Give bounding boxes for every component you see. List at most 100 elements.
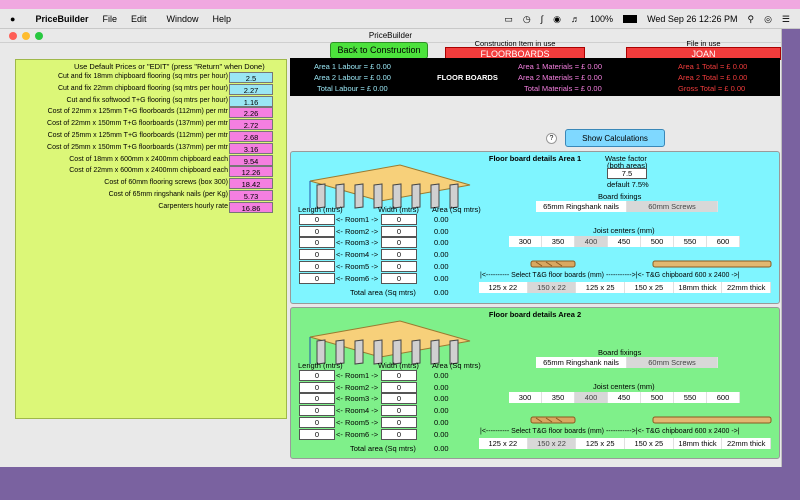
area1-fixings-selector[interactable]: 65mm Ringshank nails 60mm Screws [536, 201, 718, 212]
price-value[interactable]: 1.16 [229, 95, 273, 107]
search-icon[interactable]: ⚲ [747, 14, 754, 25]
price-value[interactable]: 5.73 [229, 190, 273, 201]
board-option[interactable]: 18mm thick [673, 438, 723, 449]
board-option[interactable]: 150 x 22 [527, 282, 577, 293]
area1-room3-width[interactable]: 0 [381, 237, 417, 249]
battery-percent[interactable]: 100% [590, 14, 613, 24]
area2-materials: Area 2 Materials = £ 0.00 [518, 73, 603, 82]
area1-room5-length[interactable]: 0 [299, 260, 335, 272]
price-value[interactable]: 9.54 [229, 154, 273, 166]
close-icon[interactable] [9, 32, 17, 40]
price-value[interactable]: 3.16 [229, 142, 273, 154]
area2-fixings-selector[interactable]: 65mm Ringshank nails 60mm Screws [536, 357, 718, 368]
minimize-icon[interactable] [22, 32, 30, 40]
area2-room3-length[interactable]: 0 [299, 393, 335, 405]
area1-room6-width[interactable]: 0 [381, 272, 417, 284]
prices-panel: Use Default Prices or "EDIT" (press "Ret… [15, 59, 287, 419]
price-value[interactable]: 2.27 [229, 83, 273, 95]
fixing-nails[interactable]: 65mm Ringshank nails [536, 201, 627, 212]
joist-option[interactable]: 500 [641, 392, 674, 403]
joist-option[interactable]: 550 [674, 392, 707, 403]
volume-icon[interactable]: ♬ [571, 14, 580, 24]
area1-room1-width[interactable]: 0 [381, 214, 417, 225]
area1-room2-width[interactable]: 0 [381, 225, 417, 237]
joist-option[interactable]: 500 [641, 236, 674, 247]
bluetooth-icon[interactable]: ∫ [541, 14, 543, 24]
joist-option[interactable]: 400 [575, 392, 608, 403]
price-value[interactable]: 2.68 [229, 131, 273, 142]
menu-window[interactable]: Window [167, 14, 199, 24]
board-option[interactable]: 22mm thick [722, 282, 772, 293]
area2-room3-width[interactable]: 0 [381, 393, 417, 405]
price-value[interactable]: 12.26 [229, 166, 273, 178]
area2-room5-length[interactable]: 0 [299, 416, 335, 428]
show-calculations-button[interactable]: Show Calculations [565, 129, 665, 147]
joist-option[interactable]: 600 [707, 236, 740, 247]
area2-room4-width[interactable]: 0 [381, 405, 417, 417]
price-value[interactable]: 16.86 [229, 201, 273, 213]
apple-icon[interactable]: ● [10, 14, 15, 24]
zoom-icon[interactable] [35, 32, 43, 40]
board-option[interactable]: 150 x 22 [527, 438, 577, 449]
area2-room2-length[interactable]: 0 [299, 381, 335, 393]
area2-room4-length[interactable]: 0 [299, 405, 335, 417]
price-value[interactable]: 2.26 [229, 107, 273, 119]
area2-room1-length[interactable]: 0 [299, 370, 335, 381]
joist-option[interactable]: 600 [707, 392, 740, 403]
desktop-top-band [0, 0, 800, 9]
area1-joist-selector: 300 350 400 450 500 550 600 [509, 236, 740, 247]
area2-room5-width[interactable]: 0 [381, 416, 417, 428]
time-machine-icon[interactable]: ◷ [523, 14, 531, 25]
area1-total-value: 0.00 [434, 288, 449, 297]
menu-app-name[interactable]: PriceBuilder [35, 14, 88, 24]
waste-factor-input[interactable]: 7.5 [607, 168, 647, 179]
prices-header: Use Default Prices or "EDIT" (press "Ret… [16, 60, 288, 71]
price-row: Cost of 25mm x 150mm T+G floorboards (13… [16, 142, 288, 155]
price-value[interactable]: 2.5 [229, 72, 273, 83]
fixing-nails[interactable]: 65mm Ringshank nails [536, 357, 627, 368]
price-value[interactable]: 2.72 [229, 119, 273, 131]
fixing-screws[interactable]: 60mm Screws [627, 357, 718, 368]
joist-option[interactable]: 350 [542, 236, 575, 247]
area1-room6-length[interactable]: 0 [299, 272, 335, 284]
notification-icon[interactable]: ☰ [782, 14, 790, 25]
joist-option[interactable]: 300 [509, 236, 542, 247]
joist-option[interactable]: 450 [608, 392, 641, 403]
area1-room1-length[interactable]: 0 [299, 214, 335, 225]
board-option[interactable]: 125 x 22 [479, 438, 528, 449]
area1-room5-width[interactable]: 0 [381, 260, 417, 272]
area2-room2-width[interactable]: 0 [381, 381, 417, 393]
board-option[interactable]: 125 x 25 [576, 282, 626, 293]
area1-room4-width[interactable]: 0 [381, 249, 417, 261]
area2-room6-width[interactable]: 0 [381, 428, 417, 440]
airplay-icon[interactable]: ▭ [504, 14, 513, 25]
clock[interactable]: Wed Sep 26 12:26 PM [647, 14, 737, 24]
joist-option[interactable]: 450 [608, 236, 641, 247]
joist-option[interactable]: 350 [542, 392, 575, 403]
menu-edit[interactable]: Edit [131, 14, 147, 24]
menu-file[interactable]: File [102, 14, 117, 24]
area2-room6-length[interactable]: 0 [299, 428, 335, 440]
area2-room1-width[interactable]: 0 [381, 370, 417, 381]
price-value[interactable]: 18.42 [229, 178, 273, 190]
wifi-icon[interactable]: ◉ [553, 14, 561, 25]
board-option[interactable]: 125 x 25 [576, 438, 626, 449]
board-option[interactable]: 150 x 25 [625, 282, 674, 293]
area1-room2-length[interactable]: 0 [299, 225, 335, 237]
board-option[interactable]: 150 x 25 [625, 438, 674, 449]
board-option[interactable]: 18mm thick [673, 282, 723, 293]
siri-icon[interactable]: ◎ [764, 14, 772, 25]
battery-icon[interactable] [623, 15, 638, 23]
joist-option[interactable]: 400 [575, 236, 608, 247]
board-option[interactable]: 125 x 22 [479, 282, 528, 293]
back-to-construction-button[interactable]: Back to Construction [330, 42, 428, 59]
area1-room3-length[interactable]: 0 [299, 237, 335, 249]
menu-help[interactable]: Help [213, 14, 232, 24]
summary-panel: Area 1 Labour = £ 0.00 Area 2 Labour = £… [290, 58, 780, 96]
joist-option[interactable]: 300 [509, 392, 542, 403]
help-button[interactable]: ? [546, 133, 557, 144]
fixing-screws[interactable]: 60mm Screws [627, 201, 718, 212]
area1-room4-length[interactable]: 0 [299, 249, 335, 261]
board-option[interactable]: 22mm thick [722, 438, 772, 449]
joist-option[interactable]: 550 [674, 236, 707, 247]
